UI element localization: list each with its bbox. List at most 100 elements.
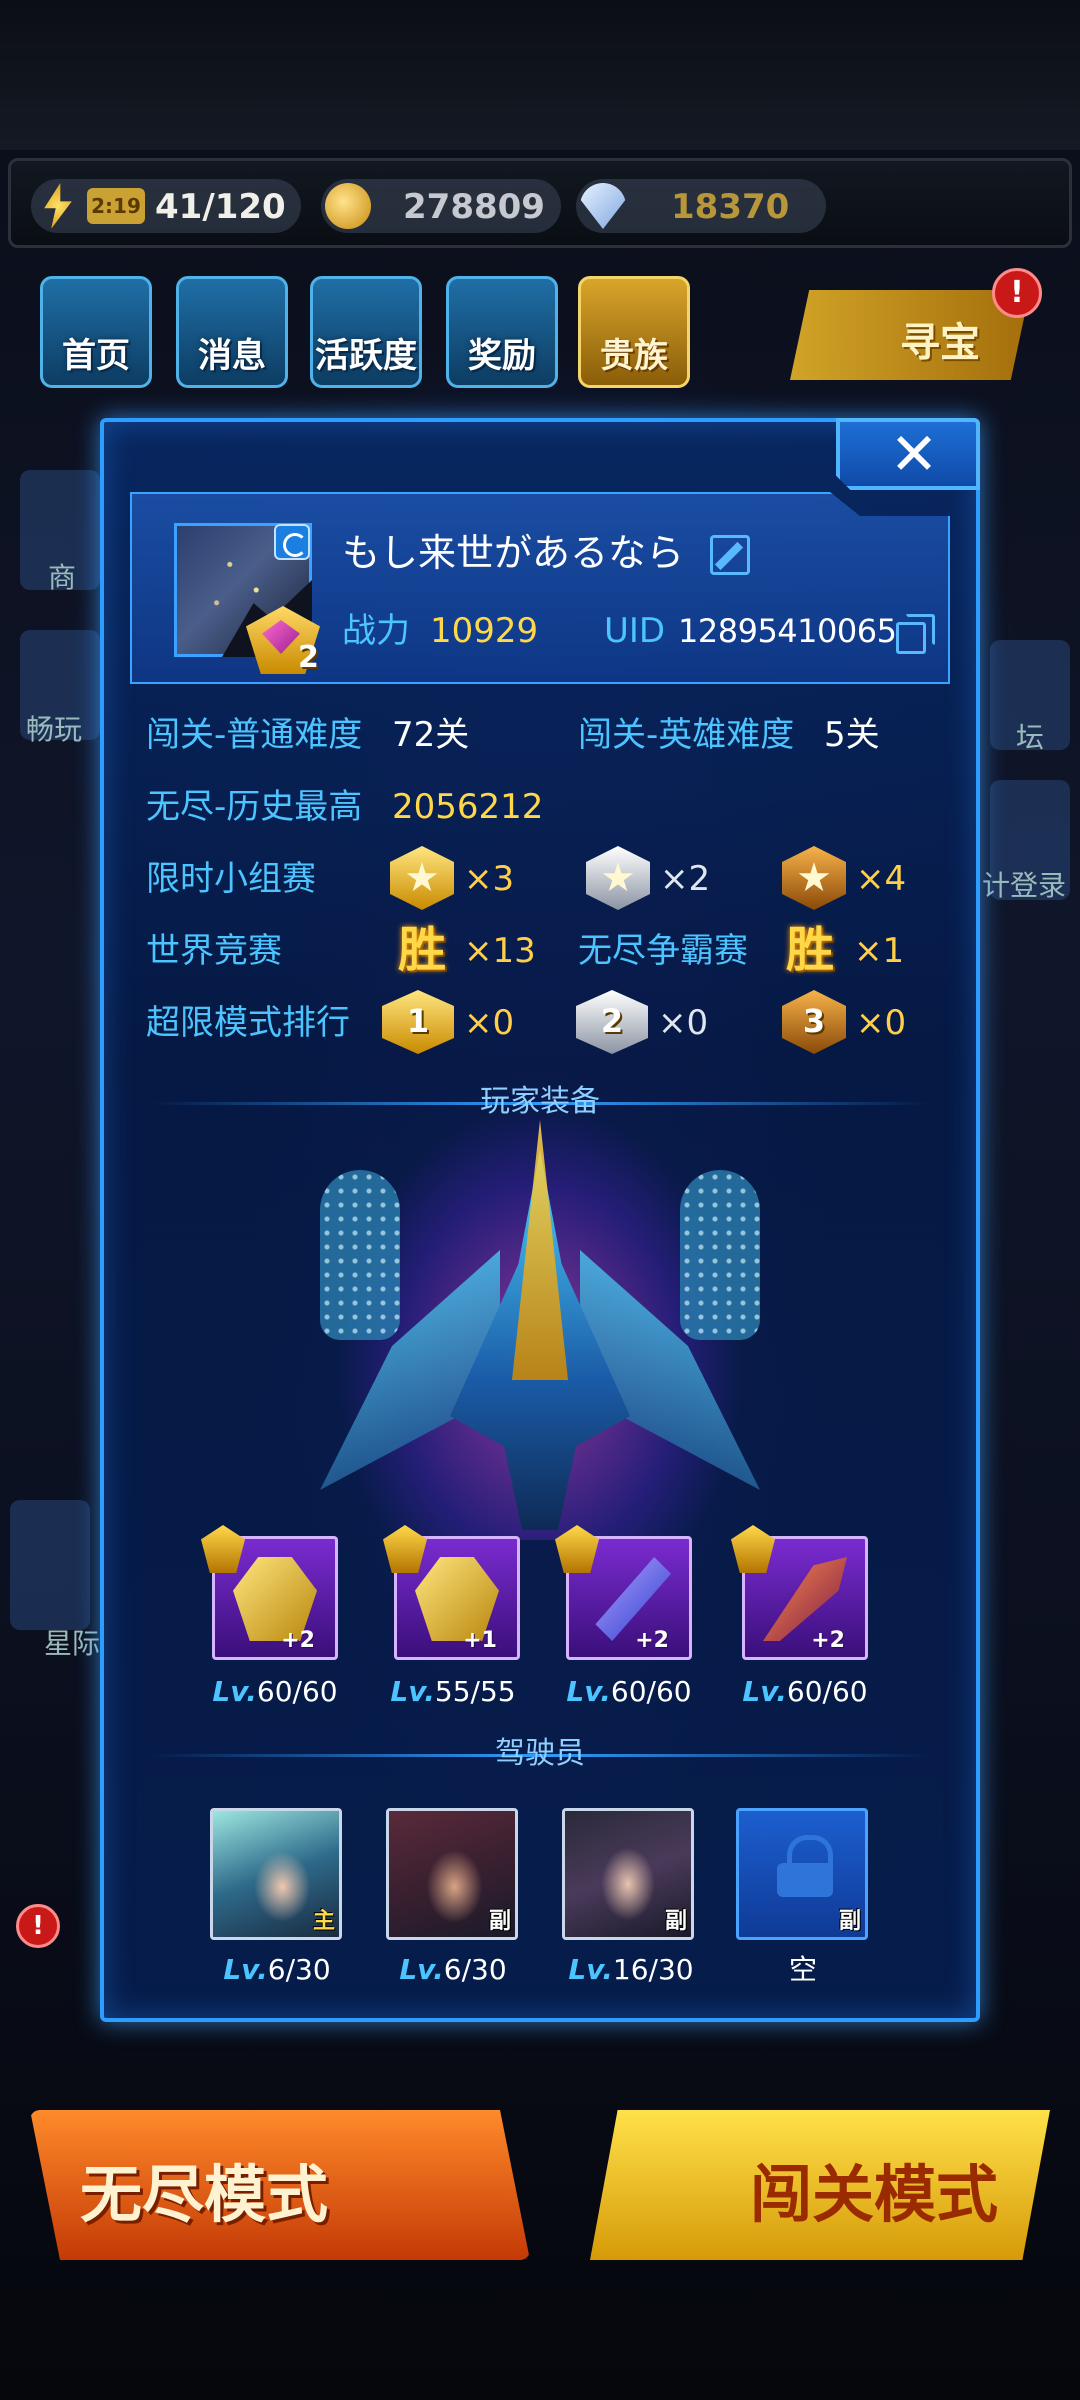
pilot-slot-4-empty[interactable]: 副 bbox=[736, 1808, 868, 1940]
nav-messages-label: 消息 bbox=[198, 336, 266, 376]
ultra-second-count: ×0 bbox=[658, 1003, 709, 1043]
close-icon[interactable]: ✕ bbox=[884, 424, 944, 484]
endless-battle-label: 无尽争霸赛 bbox=[578, 931, 748, 971]
pilot-role-tag: 副 bbox=[664, 1909, 687, 1934]
world-wins-count: ×13 bbox=[464, 931, 536, 971]
endless-mode-button[interactable]: 无尽模式 bbox=[30, 2110, 530, 2260]
coin-value: 278809 bbox=[403, 187, 545, 227]
hero-difficulty-value: 5关 bbox=[824, 715, 880, 755]
endless-best-value: 2056212 bbox=[392, 787, 544, 827]
treasure-label: 寻宝 bbox=[900, 320, 980, 366]
lv-prefix: Lv. bbox=[742, 1675, 787, 1708]
resource-bar: 2:19 41/120 278809 18370 bbox=[8, 158, 1072, 248]
lv-prefix: Lv. bbox=[568, 1953, 613, 1986]
nav-rewards-label: 奖励 bbox=[468, 336, 536, 376]
power-label: 战力 bbox=[342, 611, 410, 651]
lv-prefix: Lv. bbox=[223, 1953, 268, 1986]
star-icon bbox=[406, 862, 438, 892]
ultra-rank-label: 超限模式排行 bbox=[146, 1003, 350, 1043]
equipment-plus: +1 bbox=[463, 1628, 497, 1653]
treasure-alert-badge: ! bbox=[992, 268, 1042, 318]
win-icon: 胜 bbox=[785, 922, 834, 978]
pilot-slot-3[interactable]: 副 bbox=[562, 1808, 694, 1940]
pilot-role-tag: 副 bbox=[838, 1909, 861, 1934]
side-alert-badge: ! bbox=[16, 1904, 60, 1948]
side-star-button[interactable] bbox=[10, 1500, 90, 1630]
lv-prefix: Lv. bbox=[212, 1675, 257, 1708]
second-place-number: 2 bbox=[600, 1002, 624, 1040]
equipment-level-1: Lv.60/60 bbox=[200, 1672, 350, 1712]
player-name: もし来世があるなら bbox=[342, 531, 685, 575]
equipment-level-4: Lv.60/60 bbox=[730, 1672, 880, 1712]
lv-prefix: Lv. bbox=[566, 1675, 611, 1708]
pilot-level-4: 空 bbox=[728, 1950, 878, 1990]
equipment-level-2: Lv.55/55 bbox=[378, 1672, 528, 1712]
group-gold-count: ×3 bbox=[464, 859, 515, 899]
ultra-third-count: ×0 bbox=[856, 1003, 907, 1043]
level-value: 55/55 bbox=[434, 1675, 516, 1708]
coin-icon bbox=[325, 183, 371, 229]
nav-home-label: 首页 bbox=[62, 336, 130, 376]
level-value: 6/30 bbox=[443, 1953, 507, 1986]
level-value: 空 bbox=[788, 1953, 817, 1986]
pilot-level-1: Lv.6/30 bbox=[202, 1950, 352, 1990]
top-decor-strip bbox=[0, 0, 1080, 150]
lock-icon bbox=[777, 1835, 833, 1897]
campaign-mode-button[interactable]: 闯关模式 bbox=[590, 2110, 1050, 2260]
group-silver-count: ×2 bbox=[660, 859, 711, 899]
ship-display bbox=[150, 1110, 930, 1540]
group-match-label: 限时小组赛 bbox=[146, 859, 316, 899]
level-value: 60/60 bbox=[256, 1675, 338, 1708]
endless-best-label: 无尽-历史最高 bbox=[146, 787, 363, 827]
level-value: 16/30 bbox=[612, 1953, 694, 1986]
rank-level: 2 bbox=[298, 640, 319, 675]
equipment-slot-4[interactable]: +2 bbox=[731, 1525, 868, 1660]
pilot-slot-1[interactable]: 主 bbox=[210, 1808, 342, 1940]
side-forum-label: 坛 bbox=[1016, 721, 1045, 754]
uid-value: 12895410065 bbox=[678, 612, 897, 650]
normal-difficulty-value: 72关 bbox=[392, 715, 470, 755]
endless-mode-label: 无尽模式 bbox=[80, 2158, 329, 2231]
nav-home-button[interactable]: 首页 bbox=[40, 276, 152, 388]
nav-noble-label: 贵族 bbox=[600, 336, 668, 376]
campaign-mode-label: 闯关模式 bbox=[750, 2158, 999, 2231]
side-smooth-label: 畅玩 bbox=[26, 713, 83, 746]
pilot-role-tag: 副 bbox=[488, 1909, 511, 1934]
uid-label: UID bbox=[604, 611, 666, 651]
nav-rewards-button[interactable]: 奖励 bbox=[446, 276, 558, 388]
nav-activity-label: 活跃度 bbox=[315, 336, 417, 376]
pilots-section-title: 驾驶员 bbox=[495, 1736, 585, 1771]
nav-noble-button[interactable]: 贵族 bbox=[578, 276, 690, 388]
pilot-role-tag: 主 bbox=[312, 1909, 335, 1934]
group-bronze-count: ×4 bbox=[856, 859, 907, 899]
level-value: 60/60 bbox=[786, 1675, 868, 1708]
level-value: 6/30 bbox=[267, 1953, 331, 1986]
endless-battle-wins-count: ×1 bbox=[854, 931, 905, 971]
side-login-label: 计登录 bbox=[982, 869, 1067, 902]
gem-icon bbox=[580, 183, 626, 229]
lv-prefix: Lv. bbox=[390, 1675, 435, 1708]
coin-counter[interactable]: 278809 bbox=[321, 179, 561, 233]
edit-icon[interactable] bbox=[710, 535, 750, 575]
gem-value: 18370 bbox=[671, 187, 790, 227]
equipment-slot-2[interactable]: +1 bbox=[383, 1525, 520, 1660]
equipment-slot-3[interactable]: +2 bbox=[555, 1525, 692, 1660]
equipment-slot-1[interactable]: +2 bbox=[201, 1525, 338, 1660]
equipment-plus: +2 bbox=[635, 1628, 669, 1653]
ultra-first-count: ×0 bbox=[464, 1003, 515, 1043]
equipment-level-3: Lv.60/60 bbox=[554, 1672, 704, 1712]
star-icon bbox=[798, 862, 830, 892]
nav-activity-button[interactable]: 活跃度 bbox=[310, 276, 422, 388]
star-icon bbox=[602, 862, 634, 892]
energy-counter[interactable]: 2:19 41/120 bbox=[31, 179, 301, 233]
copy-icon[interactable] bbox=[896, 614, 935, 654]
ship-left-pod bbox=[320, 1170, 400, 1340]
pilot-slot-2[interactable]: 副 bbox=[386, 1808, 518, 1940]
gem-counter[interactable]: 18370 bbox=[576, 179, 826, 233]
win-icon: 胜 bbox=[397, 922, 446, 978]
nav-messages-button[interactable]: 消息 bbox=[176, 276, 288, 388]
power-value: 10929 bbox=[430, 611, 539, 651]
equipment-plus: +2 bbox=[281, 1628, 315, 1653]
pilot-level-3: Lv.16/30 bbox=[556, 1950, 706, 1990]
refresh-icon[interactable] bbox=[274, 524, 310, 560]
